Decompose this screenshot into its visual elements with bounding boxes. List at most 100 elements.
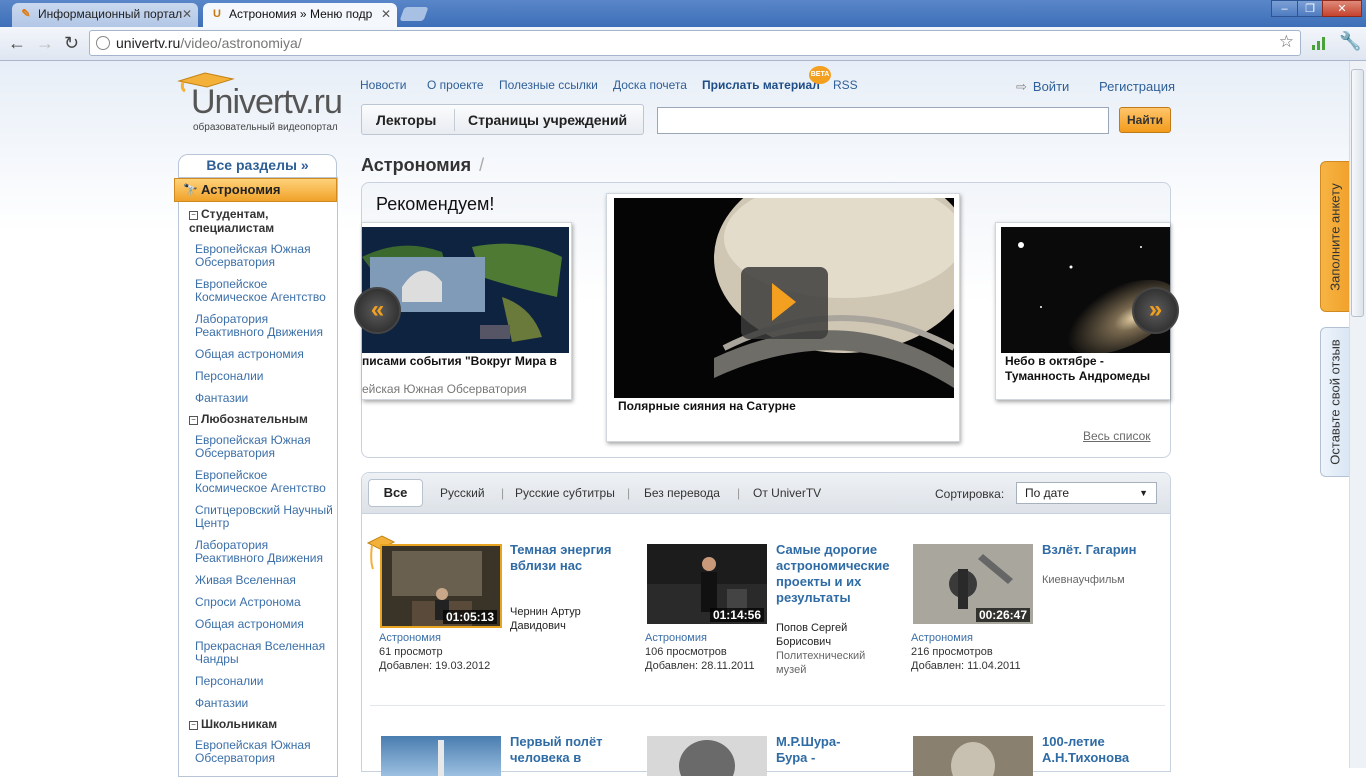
video-title[interactable]: 100-летие А.Н.Тихонова: [1042, 734, 1142, 766]
wrench-menu-icon[interactable]: 🔧: [1339, 31, 1361, 52]
group-schoolchildren[interactable]: − Школьникам: [189, 717, 277, 731]
back-arrow-icon[interactable]: ←: [8, 33, 26, 53]
feedback-side-tab[interactable]: Оставьте свой отзыв: [1320, 327, 1349, 477]
video-duration: 01:14:56: [709, 608, 764, 622]
video-title[interactable]: Самые дорогие астрономические проекты и …: [776, 542, 901, 606]
login-link[interactable]: ⇨ Войти: [1016, 79, 1069, 95]
video-views: 61 просмотр: [379, 646, 443, 658]
institutions-button[interactable]: Страницы учреждений: [468, 112, 627, 128]
video-category[interactable]: Астрономия: [379, 632, 441, 644]
tab-favicon-icon: ✎: [21, 8, 31, 20]
sidebar-link[interactable]: Европейская Южная Обсерватория: [195, 243, 335, 269]
sidebar-link[interactable]: Живая Вселенная: [195, 574, 335, 587]
search-input[interactable]: [657, 107, 1109, 134]
nav-rss[interactable]: RSS: [833, 78, 858, 92]
reload-icon[interactable]: ↻: [64, 33, 79, 53]
browser-tab-1[interactable]: ✎ Информационный портал ✕: [12, 3, 198, 27]
sidebar-link[interactable]: Лаборатория Реактивного Движения: [195, 539, 335, 565]
filter-no-translation[interactable]: Без перевода: [644, 486, 720, 500]
register-link[interactable]: Регистрация: [1099, 79, 1175, 94]
logo-text: Univertv.ru: [191, 83, 343, 121]
video-thumbnail[interactable]: 00:26:47: [913, 544, 1033, 624]
collapse-icon[interactable]: −: [189, 721, 198, 730]
group-students[interactable]: − Студентам, специалистам: [189, 207, 319, 235]
forward-arrow-icon[interactable]: →: [36, 33, 54, 53]
sidebar-link[interactable]: Фантазии: [195, 697, 335, 710]
nav-about[interactable]: О проекте: [427, 78, 484, 92]
carousel-caption-right: Небо в октябре - Туманность Андромеды: [1005, 354, 1151, 383]
sidebar-link[interactable]: Спроси Астронома: [195, 596, 335, 609]
video-author: Попов Сергей Борисович: [776, 622, 848, 648]
nav-submit-material[interactable]: Прислать материал: [702, 78, 820, 92]
carousel-next-button[interactable]: »: [1132, 287, 1179, 334]
filter-separator: |: [737, 486, 741, 500]
maximize-button[interactable]: ❐: [1297, 0, 1323, 17]
filter-russian-subtitles[interactable]: Русские субтитры: [515, 486, 615, 500]
tab-close-icon[interactable]: ✕: [381, 3, 391, 25]
sort-dropdown[interactable]: По дате ▼: [1016, 482, 1157, 504]
bookmark-star-icon[interactable]: ☆: [1279, 32, 1294, 52]
sidebar-link[interactable]: Общая астрономия: [195, 618, 335, 631]
video-added-date: Добавлен: 28.11.2011: [645, 660, 755, 672]
sidebar-link[interactable]: Лаборатория Реактивного Движения: [195, 313, 335, 339]
carousel-card-center[interactable]: Полярные сияния на Сатурне: [606, 193, 960, 442]
sidebar-link[interactable]: Общая астрономия: [195, 348, 335, 361]
new-tab-button[interactable]: [399, 7, 429, 21]
page-title: Астрономия /: [361, 155, 485, 175]
collapse-icon[interactable]: −: [189, 211, 198, 220]
close-window-button[interactable]: ✕: [1322, 0, 1362, 17]
scrollbar-thumb[interactable]: [1351, 69, 1364, 317]
video-thumbnail[interactable]: [381, 736, 501, 776]
nav-honor-board[interactable]: Доска почета: [613, 78, 687, 92]
sidebar-link[interactable]: Европейская Южная Обсерватория: [195, 739, 335, 765]
beta-badge: BETA: [809, 66, 831, 84]
video-thumbnail[interactable]: 01:14:56: [647, 544, 767, 624]
site-logo[interactable]: Univertv.ru образовательный видеопортал: [175, 71, 343, 137]
tab-close-icon[interactable]: ✕: [182, 3, 192, 25]
sidebar-link[interactable]: Европейское Космическое Агентство: [195, 278, 335, 304]
minimize-button[interactable]: –: [1271, 0, 1298, 17]
video-title[interactable]: Темная энергия вблизи нас: [510, 542, 620, 574]
nav-useful-links[interactable]: Полезные ссылки: [499, 78, 598, 92]
video-title[interactable]: М.Р.Шура-Бура -: [776, 734, 856, 766]
browser-tab-2[interactable]: U Астрономия » Меню подр ✕: [203, 3, 397, 27]
tab-label: Астрономия » Меню подр: [229, 7, 373, 21]
video-thumbnail[interactable]: [647, 736, 767, 776]
nav-news[interactable]: Новости: [360, 78, 406, 92]
carousel-subtitle-left: ейская Южная Обсерватория: [362, 382, 527, 396]
sidebar-link[interactable]: Прекрасная Вселенная Чандры: [195, 640, 335, 666]
sidebar-link[interactable]: Спитцеровский Научный Центр: [195, 504, 335, 530]
filter-russian[interactable]: Русский: [440, 486, 485, 500]
video-thumbnail[interactable]: 01:05:13: [380, 544, 502, 628]
collapse-icon[interactable]: −: [189, 416, 198, 425]
video-organization: Политехнический музей: [776, 650, 866, 676]
carousel-prev-button[interactable]: «: [354, 287, 401, 334]
sort-label: Сортировка:: [935, 487, 1005, 501]
filter-from-univertv[interactable]: От UniverTV: [753, 486, 821, 500]
sidebar-link[interactable]: Фантазии: [195, 392, 335, 405]
all-list-link[interactable]: Весь список: [1083, 429, 1151, 443]
signal-extension-icon[interactable]: [1311, 35, 1327, 51]
survey-side-tab[interactable]: Заполните анкету: [1320, 161, 1349, 312]
video-thumbnail[interactable]: [913, 736, 1033, 776]
video-category[interactable]: Астрономия: [645, 632, 707, 644]
filter-all-button[interactable]: Все: [368, 479, 423, 507]
play-button[interactable]: [741, 267, 828, 339]
login-arrow-icon: ⇨: [1016, 79, 1027, 94]
sidebar-link[interactable]: Европейское Космическое Агентство: [195, 469, 335, 495]
current-section-header[interactable]: 🔭 Астрономия: [174, 178, 337, 202]
lecturers-button[interactable]: Лекторы: [376, 112, 436, 128]
search-button[interactable]: Найти: [1119, 107, 1171, 133]
carousel-caption-center: Полярные сияния на Сатурне: [618, 399, 796, 413]
carousel-caption-left: писами события "Вокруг Мира в: [362, 354, 557, 368]
video-title[interactable]: Взлёт. Гагарин: [1042, 542, 1157, 558]
group-curious[interactable]: − Любознательным: [189, 412, 308, 426]
sidebar-link[interactable]: Европейская Южная Обсерватория: [195, 434, 335, 460]
address-bar[interactable]: univertv.ru/video/astronomiya/ ☆: [89, 30, 1301, 56]
sidebar-link[interactable]: Персоналии: [195, 370, 335, 383]
sidebar-link[interactable]: Персоналии: [195, 675, 335, 688]
video-title[interactable]: Первый полёт человека в: [510, 734, 620, 766]
filter-separator: |: [627, 486, 631, 500]
all-sections-button[interactable]: Все разделы »: [178, 154, 337, 177]
video-category[interactable]: Астрономия: [911, 632, 973, 644]
